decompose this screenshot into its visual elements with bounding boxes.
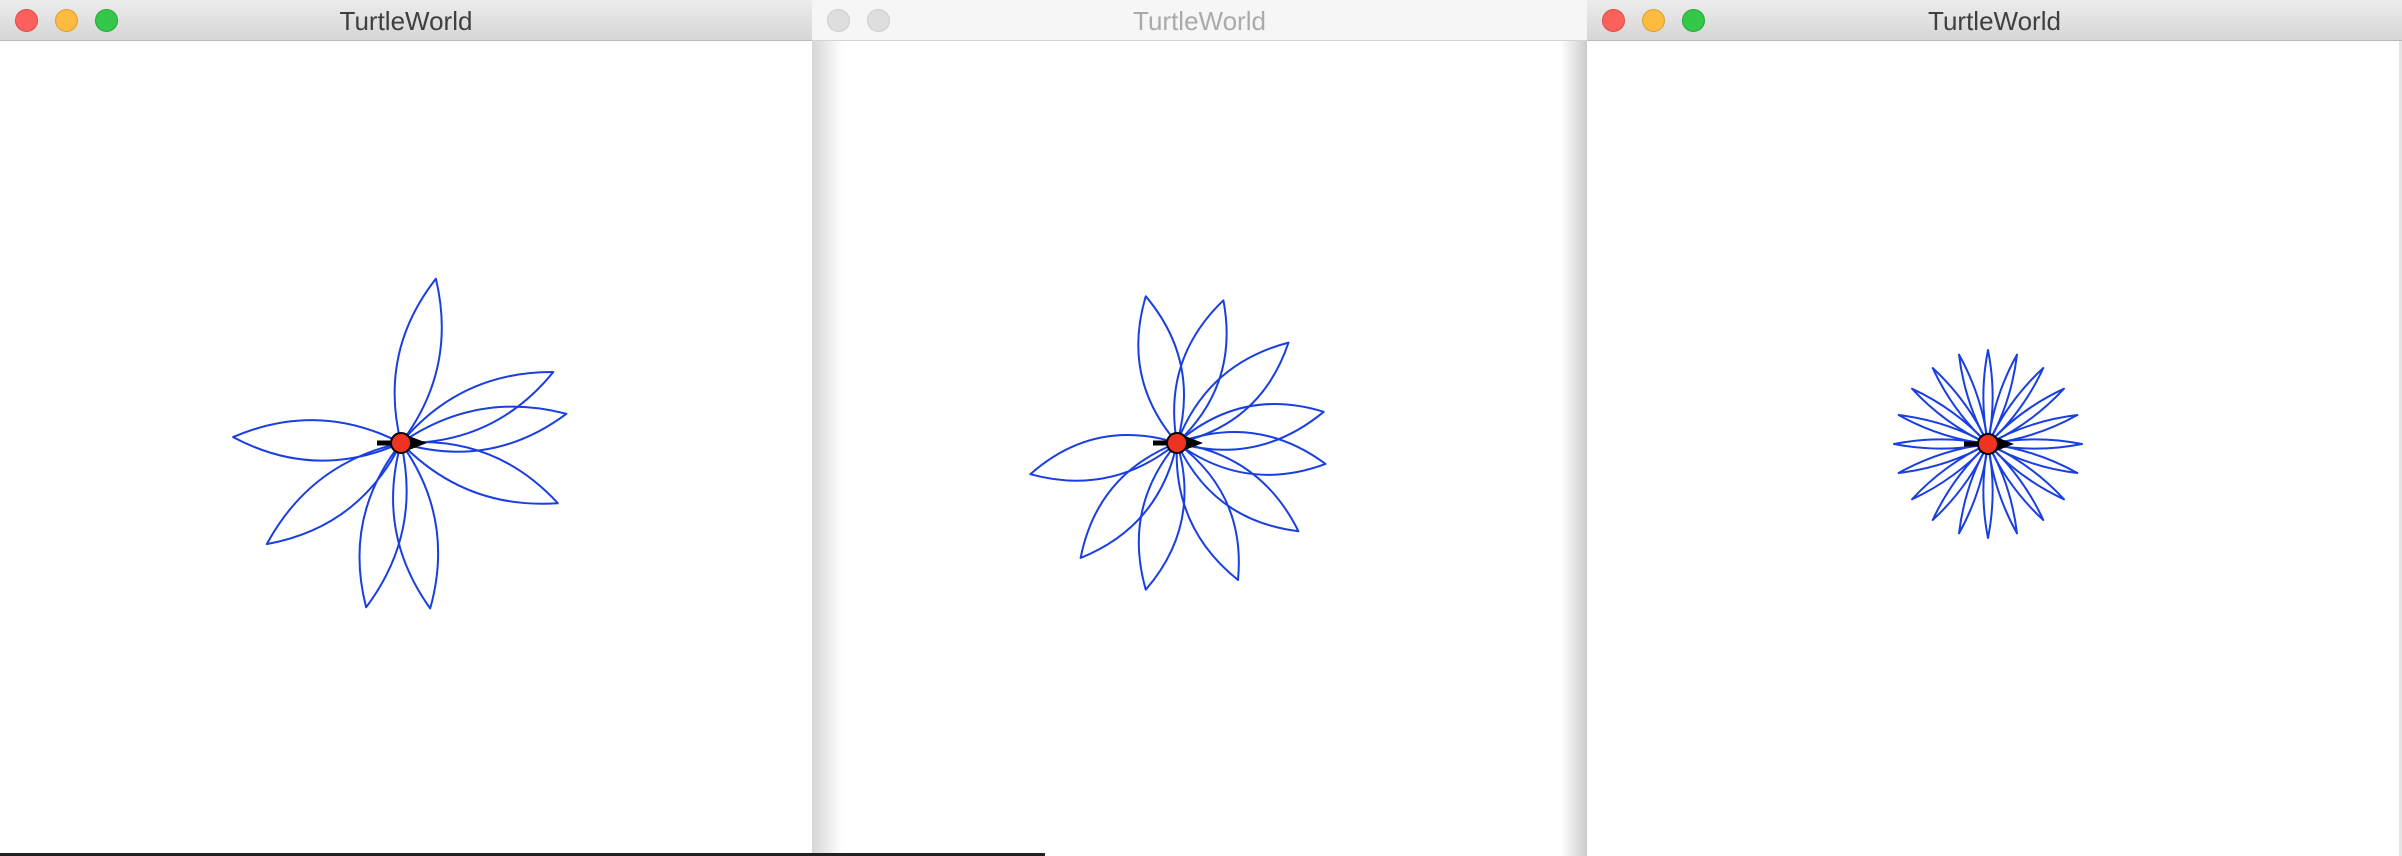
turtle-shell (390, 432, 412, 454)
flower-petal (1176, 341, 1290, 444)
turtle-shell (1977, 433, 1999, 455)
flower-petal (1982, 443, 1994, 539)
window-title: TurtleWorld (1133, 6, 1266, 36)
flower-petal (1137, 295, 1186, 444)
drawing-surface (1893, 349, 2083, 539)
turtleworld-window-1: TurtleWorld (0, 0, 812, 856)
flower-petal (265, 442, 402, 546)
drawing-surface (232, 277, 568, 610)
window-titlebar[interactable]: TurtleWorld (1587, 0, 2402, 41)
flower-petal (393, 277, 443, 444)
turtle-icon (1964, 433, 2014, 455)
window-titlebar[interactable]: TurtleWorld (812, 0, 1587, 41)
window-titlebar[interactable]: TurtleWorld (0, 0, 812, 41)
flower-petal (232, 419, 402, 462)
flower-petal (1176, 442, 1300, 533)
flower-petal (400, 441, 559, 505)
turtleworld-window-3: TurtleWorld (1587, 0, 2402, 856)
flower-petal (392, 442, 440, 610)
flower-petal (400, 405, 568, 453)
turtle-canvas[interactable] (812, 41, 1587, 856)
window-title: TurtleWorld (1928, 6, 2061, 36)
turtle-canvas[interactable] (0, 41, 812, 856)
turtle-canvas[interactable] (1587, 41, 2402, 856)
turtleworld-window-2: TurtleWorld (812, 0, 1587, 856)
drawing-surface (1029, 295, 1327, 591)
flower-petal (1982, 349, 1994, 445)
flower-petal (358, 442, 408, 609)
window-title: TurtleWorld (339, 6, 473, 36)
flower-petal (1079, 442, 1178, 559)
flower-petal (1176, 431, 1327, 476)
turtle-shell (1166, 432, 1188, 454)
flower-petal (1175, 442, 1240, 581)
